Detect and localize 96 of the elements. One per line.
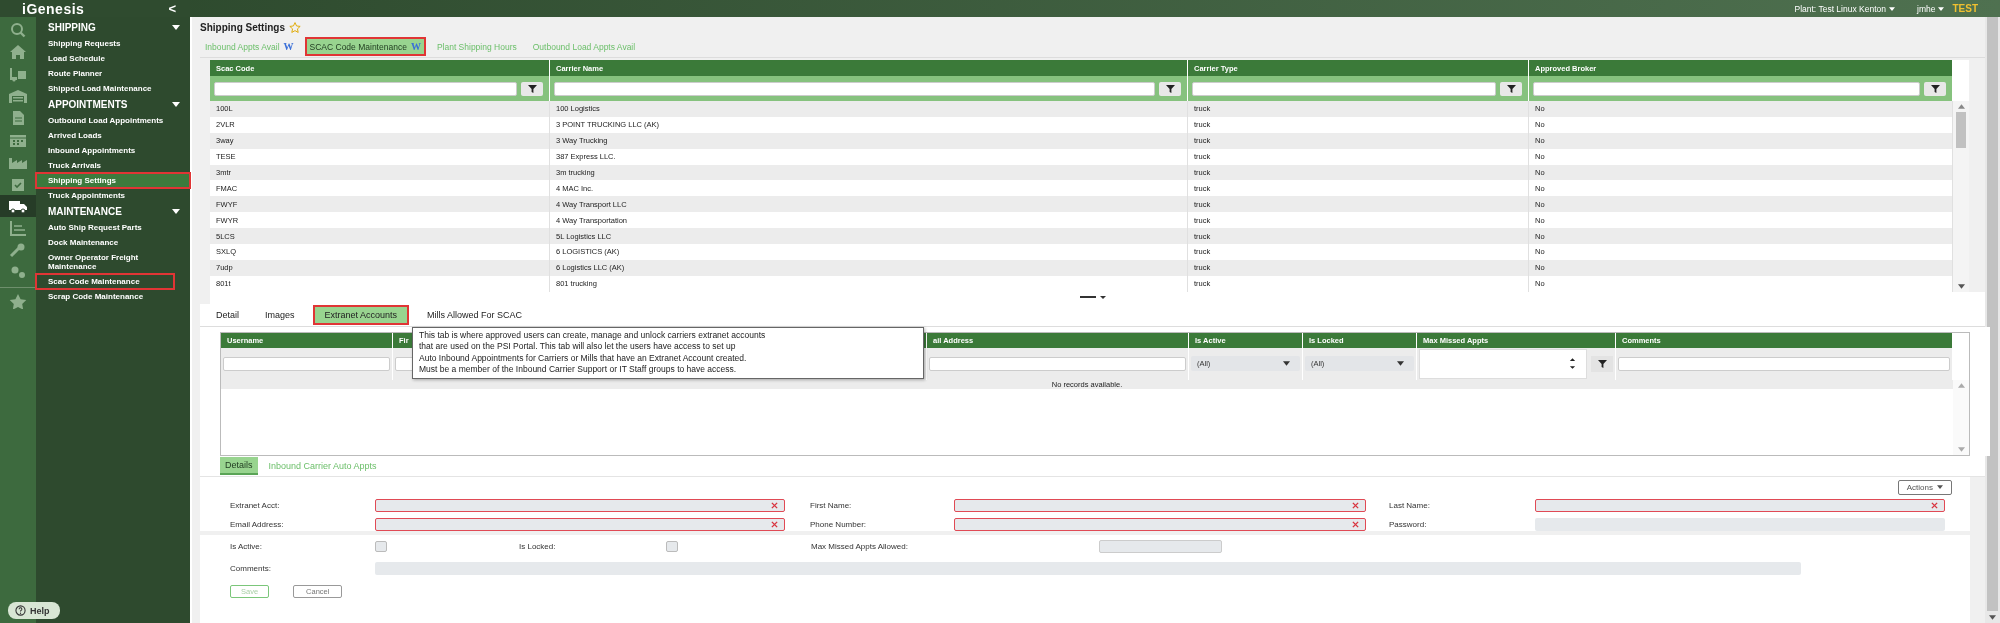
field-label: Comments: bbox=[230, 564, 272, 574]
field-label: First Name: bbox=[810, 499, 853, 512]
field-label: Is Active: bbox=[230, 542, 263, 552]
caret-icon bbox=[172, 25, 180, 30]
actions-button[interactable]: Actions bbox=[1897, 479, 1952, 495]
field-label: Max Missed Appts Allowed: bbox=[811, 542, 909, 552]
menu-item[interactable]: Route Planner bbox=[36, 66, 174, 81]
tab[interactable]: Extranet Accounts bbox=[312, 304, 410, 325]
splitter-handle-icon[interactable] bbox=[1080, 295, 1106, 301]
checkbox[interactable] bbox=[375, 541, 387, 553]
tab[interactable]: Details bbox=[220, 456, 258, 475]
input-field[interactable] bbox=[1535, 517, 1945, 531]
menu-item[interactable]: Owner Operator Freight Maintenance bbox=[36, 250, 174, 274]
tab[interactable]: Inbound Appts Avail W bbox=[200, 37, 299, 56]
menu-item[interactable]: Outbound Load Appointments bbox=[36, 113, 174, 128]
caret-icon bbox=[1397, 361, 1404, 367]
menu-item[interactable]: Truck Appointments bbox=[36, 188, 174, 203]
filter-field[interactable] bbox=[1618, 356, 1950, 371]
field-label: Last Name: bbox=[1389, 499, 1431, 512]
field-label: Email Address: bbox=[230, 518, 285, 531]
caret-icon bbox=[1283, 361, 1290, 367]
clear-icon[interactable] bbox=[1352, 501, 1359, 509]
menu-item[interactable]: Shipped Load Maintenance bbox=[36, 81, 174, 96]
scroll-up-icon[interactable] bbox=[1957, 382, 1965, 388]
environment-label: TEST bbox=[1952, 3, 1978, 14]
menu-item[interactable]: Truck Arrivals bbox=[36, 158, 174, 173]
filter-field[interactable] bbox=[1533, 81, 1920, 96]
tab[interactable]: Images bbox=[257, 305, 303, 324]
filter-button[interactable] bbox=[1924, 81, 1946, 96]
menu-section-header[interactable]: SHIPPING bbox=[36, 19, 190, 36]
menu-section-header[interactable]: MAINTENANCE bbox=[36, 203, 190, 220]
tab[interactable]: SCAC Code Maintenance W bbox=[304, 37, 426, 56]
input-field[interactable] bbox=[1099, 540, 1222, 554]
scrollbar[interactable] bbox=[1953, 379, 1969, 455]
filter-field[interactable] bbox=[554, 81, 1155, 96]
input-field[interactable] bbox=[954, 517, 1366, 531]
checkbox[interactable] bbox=[666, 541, 678, 553]
scroll-thumb[interactable] bbox=[1956, 112, 1966, 148]
menu-section-header[interactable]: APPOINTMENTS bbox=[36, 96, 190, 113]
input-field[interactable] bbox=[375, 517, 785, 531]
scroll-down-icon[interactable] bbox=[1989, 615, 1996, 620]
filter-field[interactable] bbox=[1192, 81, 1496, 96]
caret-icon bbox=[172, 102, 180, 107]
filter-field[interactable] bbox=[929, 356, 1186, 371]
filter-field[interactable] bbox=[223, 356, 390, 371]
help-button[interactable]: Help bbox=[8, 602, 60, 619]
filter-button[interactable] bbox=[1591, 355, 1613, 372]
user-menu[interactable]: jmhe bbox=[1917, 3, 1945, 14]
filter-icon bbox=[1506, 84, 1516, 93]
caret-icon bbox=[1889, 6, 1895, 11]
truck-icon[interactable] bbox=[0, 195, 36, 217]
menu-item[interactable]: Load Schedule bbox=[36, 51, 174, 66]
field-label: Phone Number: bbox=[810, 518, 868, 531]
field-label: Password: bbox=[1389, 518, 1428, 531]
tab[interactable]: Mills Allowed For SCAC bbox=[419, 305, 531, 324]
caret-icon bbox=[172, 209, 180, 214]
menu-item[interactable]: Shipping Requests bbox=[36, 36, 174, 51]
filter-icon bbox=[1165, 84, 1175, 93]
page-title: Shipping Settings bbox=[200, 22, 285, 33]
scrollbar[interactable] bbox=[1985, 17, 2000, 623]
app-logo: iGenesis bbox=[22, 0, 85, 17]
tab[interactable]: Detail bbox=[214, 305, 247, 324]
filter-button[interactable] bbox=[1159, 81, 1181, 96]
filter-icon bbox=[1597, 359, 1607, 369]
field-label: Is Locked: bbox=[519, 542, 557, 552]
filter-button[interactable] bbox=[1500, 81, 1522, 96]
clear-icon[interactable] bbox=[771, 501, 778, 509]
clear-icon[interactable] bbox=[771, 520, 778, 528]
tooltip: This tab is where approved users can create, manage and unlock carriers extranet accounts that are used on the PSI Portal. This tab will also let the users have access to set up Auto Inbound Appointments for Carriers or Mills that have an Extranet Account created. Must be a member of the Inbound Carrier Support or IT Staff groups to have access. bbox=[412, 326, 924, 379]
caret-icon bbox=[1937, 485, 1943, 490]
number-field[interactable] bbox=[1419, 348, 1587, 379]
clear-icon[interactable] bbox=[1352, 520, 1359, 528]
filter-icon bbox=[1930, 84, 1940, 93]
help-icon bbox=[15, 605, 26, 616]
menu-item[interactable]: Arrived Loads bbox=[36, 128, 174, 143]
star-icon[interactable] bbox=[289, 21, 301, 34]
clear-icon[interactable] bbox=[1931, 501, 1938, 509]
menu-item[interactable]: Shipping Settings bbox=[36, 173, 190, 188]
plant-menu[interactable]: Plant: Test Linux Kenton bbox=[1794, 3, 1895, 14]
filter-field[interactable] bbox=[214, 81, 517, 96]
scroll-thumb[interactable] bbox=[1987, 17, 1998, 611]
caret-icon bbox=[1938, 6, 1945, 11]
filter-icon bbox=[527, 84, 537, 93]
menu-item[interactable]: Auto Ship Request Parts bbox=[36, 220, 174, 235]
menu-item[interactable]: Inbound Appointments bbox=[36, 143, 174, 158]
collapse-button[interactable]: < bbox=[168, 1, 176, 16]
scroll-up-icon[interactable] bbox=[1957, 104, 1965, 109]
input-field[interactable] bbox=[375, 562, 1801, 576]
scrollbar[interactable] bbox=[1953, 101, 1969, 292]
spinner-icon[interactable] bbox=[1569, 357, 1576, 371]
filter-button[interactable] bbox=[521, 81, 543, 96]
menu-item[interactable]: Scrap Code Maintenance bbox=[36, 289, 174, 304]
menu-item[interactable]: Dock Maintenance bbox=[36, 235, 174, 250]
field-label: Extranet Acct: bbox=[230, 499, 281, 512]
menu-item[interactable]: Scac Code Maintenance bbox=[36, 274, 174, 289]
scroll-down-icon[interactable] bbox=[1957, 283, 1965, 289]
